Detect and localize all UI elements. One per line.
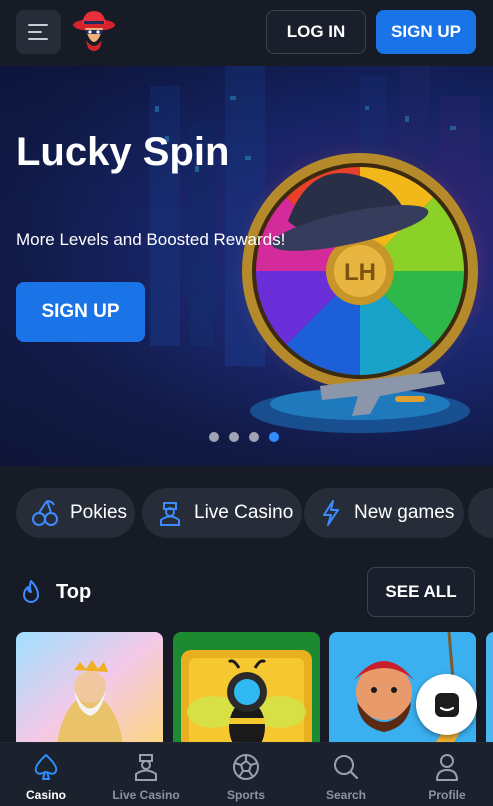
nav-label: Live Casino bbox=[112, 788, 180, 802]
hero-title: Lucky Spin bbox=[16, 130, 230, 174]
carousel-dot[interactable] bbox=[229, 432, 239, 442]
see-all-button[interactable]: SEE ALL bbox=[367, 567, 475, 617]
hero-subtitle: More Levels and Boosted Rewards! bbox=[16, 230, 286, 249]
nav-sports[interactable]: Sports bbox=[216, 743, 276, 806]
login-button[interactable]: LOG IN bbox=[266, 10, 366, 54]
nav-label: Profile bbox=[428, 788, 466, 802]
game-tile[interactable] bbox=[486, 632, 493, 742]
cherries-icon bbox=[32, 500, 58, 526]
flame-icon bbox=[23, 580, 39, 603]
signup-button[interactable]: SIGN UP bbox=[376, 10, 476, 54]
carousel-dot[interactable] bbox=[209, 432, 219, 442]
hero-signup-button[interactable]: SIGN UP bbox=[16, 282, 145, 342]
game-tile[interactable] bbox=[173, 632, 320, 742]
bottom-navigation: Casino Live Casino Sports Search Profile bbox=[0, 742, 493, 806]
chat-icon bbox=[434, 692, 459, 717]
category-new-games[interactable]: New games bbox=[304, 488, 464, 538]
soccer-ball-icon bbox=[233, 754, 259, 780]
category-label: Live Casino bbox=[194, 502, 294, 523]
game-thumbnail-bee bbox=[173, 632, 320, 742]
search-icon bbox=[334, 755, 359, 780]
category-live-casino[interactable]: Live Casino bbox=[142, 488, 302, 538]
nav-profile[interactable]: Profile bbox=[417, 743, 477, 806]
game-thumbnail-zeus bbox=[16, 632, 163, 742]
dealer-icon bbox=[160, 502, 180, 526]
chat-support-button[interactable] bbox=[416, 674, 477, 735]
person-icon bbox=[436, 754, 458, 781]
category-label: New games bbox=[354, 502, 455, 523]
category-label: Pokies bbox=[70, 502, 128, 523]
svg-text:LH: LH bbox=[344, 259, 376, 286]
carousel-indicator bbox=[209, 432, 279, 442]
nav-live-casino[interactable]: Live Casino bbox=[106, 743, 186, 806]
hamburger-icon bbox=[28, 38, 48, 40]
nav-search[interactable]: Search bbox=[316, 743, 376, 806]
category-pokies[interactable]: Pokies bbox=[16, 488, 135, 538]
hamburger-icon bbox=[28, 31, 42, 33]
top-header: LOG IN SIGN UP bbox=[0, 0, 493, 66]
section-title-top: Top bbox=[56, 581, 92, 603]
logo[interactable] bbox=[72, 8, 116, 56]
hamburger-icon bbox=[28, 24, 48, 26]
hero-illustration: LH bbox=[0, 66, 493, 466]
nav-label: Search bbox=[325, 788, 367, 802]
nav-label: Sports bbox=[226, 788, 265, 802]
spade-icon bbox=[34, 754, 58, 780]
category-filter-bar: Pokies Live Casino New games bbox=[16, 488, 493, 538]
hero-banner[interactable]: LH Lucky Spin More Levels and Boosted Re… bbox=[0, 66, 493, 466]
menu-button[interactable] bbox=[16, 10, 61, 54]
lightning-icon bbox=[323, 500, 339, 526]
nav-casino[interactable]: Casino bbox=[16, 743, 76, 806]
cowboy-mascot-logo-icon bbox=[73, 11, 115, 51]
dealer-icon bbox=[135, 754, 157, 781]
carousel-dot-active[interactable] bbox=[269, 432, 279, 442]
nav-label: Casino bbox=[25, 788, 66, 802]
game-tile[interactable] bbox=[16, 632, 163, 742]
category-more[interactable] bbox=[468, 488, 493, 538]
carousel-dot[interactable] bbox=[249, 432, 259, 442]
